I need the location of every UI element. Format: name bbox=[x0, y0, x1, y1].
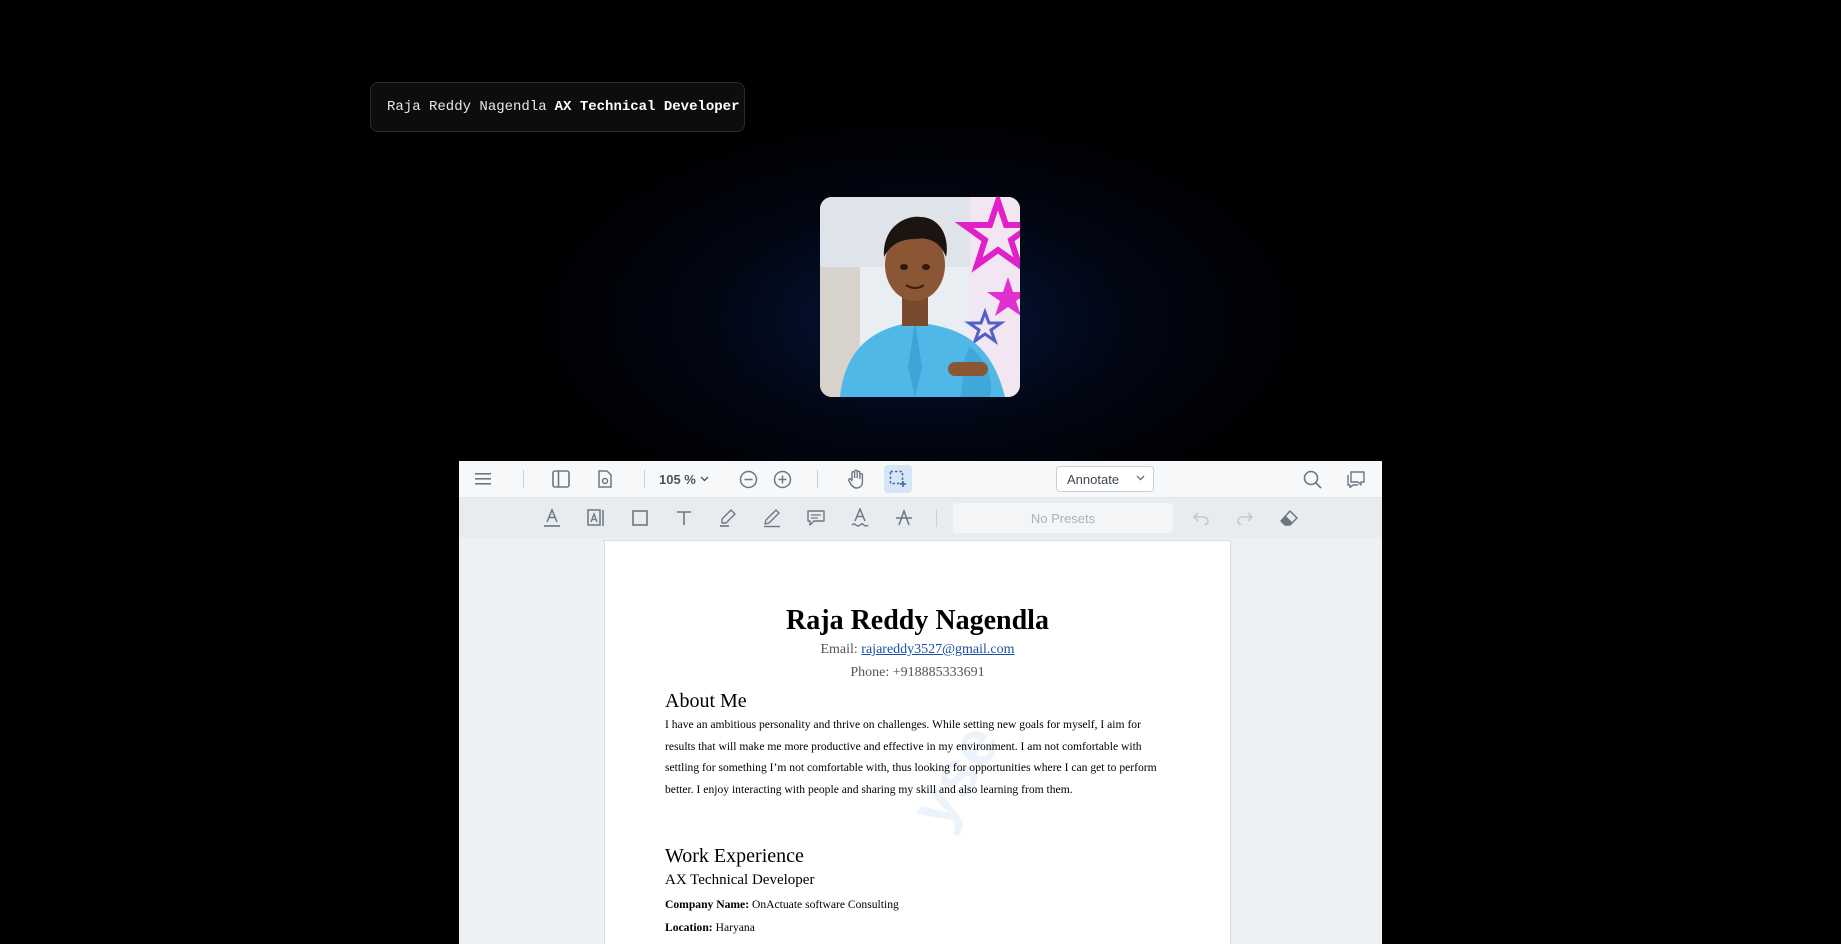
text-highlight-button[interactable] bbox=[585, 507, 607, 529]
avatar-photo bbox=[820, 197, 1020, 397]
redo-icon bbox=[1237, 512, 1254, 525]
document-email-line: Email: rajareddy3527@gmail.com bbox=[605, 642, 1230, 658]
eraser-button[interactable] bbox=[1278, 507, 1300, 529]
pen-icon bbox=[764, 509, 780, 528]
mode-select[interactable]: Annotate bbox=[1056, 466, 1154, 492]
highlighter-icon bbox=[720, 509, 736, 527]
presets-placeholder: No Presets bbox=[1030, 510, 1096, 526]
text-color-icon bbox=[544, 508, 560, 527]
sidebar-toggle-button[interactable] bbox=[550, 468, 572, 490]
annotation-toolbar: No Presets bbox=[459, 498, 1382, 538]
zoom-in-icon bbox=[773, 470, 791, 488]
document-settings-icon bbox=[598, 470, 612, 488]
chevron-down-icon bbox=[1136, 475, 1145, 481]
marquee-select-button[interactable] bbox=[884, 465, 912, 493]
toolbar-divider bbox=[523, 470, 524, 488]
comment-icon bbox=[807, 510, 825, 526]
name-role-badge: Raja Reddy Nagendla AX Technical Develop… bbox=[370, 82, 745, 132]
underline-button[interactable] bbox=[849, 507, 871, 529]
menu-button[interactable] bbox=[471, 469, 495, 489]
undo-icon bbox=[1192, 512, 1209, 525]
pdf-viewer: 105 % Annotate No Presets yse Raja Reddy… bbox=[459, 461, 1382, 944]
search-button[interactable] bbox=[1301, 468, 1323, 490]
redo-button[interactable] bbox=[1234, 507, 1256, 529]
hamburger-menu-icon bbox=[475, 473, 491, 485]
pen-button[interactable] bbox=[761, 507, 783, 529]
highlighter-button[interactable] bbox=[717, 507, 739, 529]
undo-button[interactable] bbox=[1190, 507, 1212, 529]
location-value: Haryana bbox=[715, 921, 755, 934]
about-heading: About Me bbox=[665, 690, 747, 712]
rectangle-icon bbox=[632, 510, 648, 526]
comment-tool-button[interactable] bbox=[805, 507, 827, 529]
mode-select-value: Annotate bbox=[1067, 471, 1120, 487]
toolbar-divider bbox=[817, 470, 818, 488]
page-settings-button[interactable] bbox=[594, 468, 616, 490]
zoom-out-button[interactable] bbox=[737, 468, 759, 490]
chevron-down-icon bbox=[700, 476, 709, 482]
main-toolbar: 105 % Annotate bbox=[459, 461, 1382, 498]
text-highlight-icon bbox=[587, 509, 604, 526]
email-link[interactable]: rajareddy3527@gmail.com bbox=[861, 642, 1014, 657]
rectangle-tool-button[interactable] bbox=[629, 507, 651, 529]
document-name: Raja Reddy Nagendla bbox=[786, 605, 1049, 636]
text-tool-icon bbox=[677, 511, 691, 525]
hand-pan-icon bbox=[848, 469, 864, 489]
text-color-button[interactable] bbox=[541, 507, 563, 529]
comments-icon bbox=[1347, 471, 1365, 488]
text-tool-button[interactable] bbox=[673, 507, 695, 529]
comments-panel-button[interactable] bbox=[1344, 468, 1368, 490]
document-phone: Phone: +918885333691 bbox=[850, 665, 985, 680]
job-title: AX Technical Developer bbox=[665, 872, 815, 888]
avatar bbox=[820, 197, 1020, 397]
email-label: Email: bbox=[820, 642, 858, 657]
underline-icon bbox=[851, 508, 869, 527]
eraser-icon bbox=[1280, 510, 1298, 526]
pan-tool-button[interactable] bbox=[844, 468, 868, 490]
search-icon bbox=[1303, 470, 1322, 489]
work-heading: Work Experience bbox=[665, 845, 804, 867]
company-label: Company Name: bbox=[665, 898, 750, 911]
about-text: I have an ambitious personality and thri… bbox=[665, 718, 1157, 796]
location-label: Location: bbox=[665, 921, 713, 934]
company-name: OnActuate software Consulting bbox=[751, 898, 899, 911]
style-presets[interactable]: No Presets bbox=[953, 503, 1173, 533]
toolbar-divider bbox=[936, 509, 937, 527]
company-line: Company Name: OnActuate software Consult… bbox=[665, 898, 899, 911]
strikethrough-button[interactable] bbox=[893, 507, 915, 529]
strikethrough-icon bbox=[896, 509, 912, 526]
toolbar-divider bbox=[644, 470, 645, 488]
zoom-in-button[interactable] bbox=[771, 468, 793, 490]
marquee-select-icon bbox=[889, 470, 906, 487]
document-page: yse Raja Reddy Nagendla Email: rajareddy… bbox=[605, 541, 1230, 944]
badge-role: AX Technical Developer bbox=[554, 99, 740, 115]
badge-name: Raja Reddy Nagendla bbox=[387, 99, 547, 115]
sidebar-panel-icon bbox=[552, 470, 570, 488]
location-line: Location: Haryana bbox=[665, 921, 755, 934]
zoom-level: 105 % bbox=[659, 471, 696, 487]
zoom-out-icon bbox=[739, 470, 757, 488]
zoom-dropdown[interactable]: 105 % bbox=[659, 469, 709, 489]
